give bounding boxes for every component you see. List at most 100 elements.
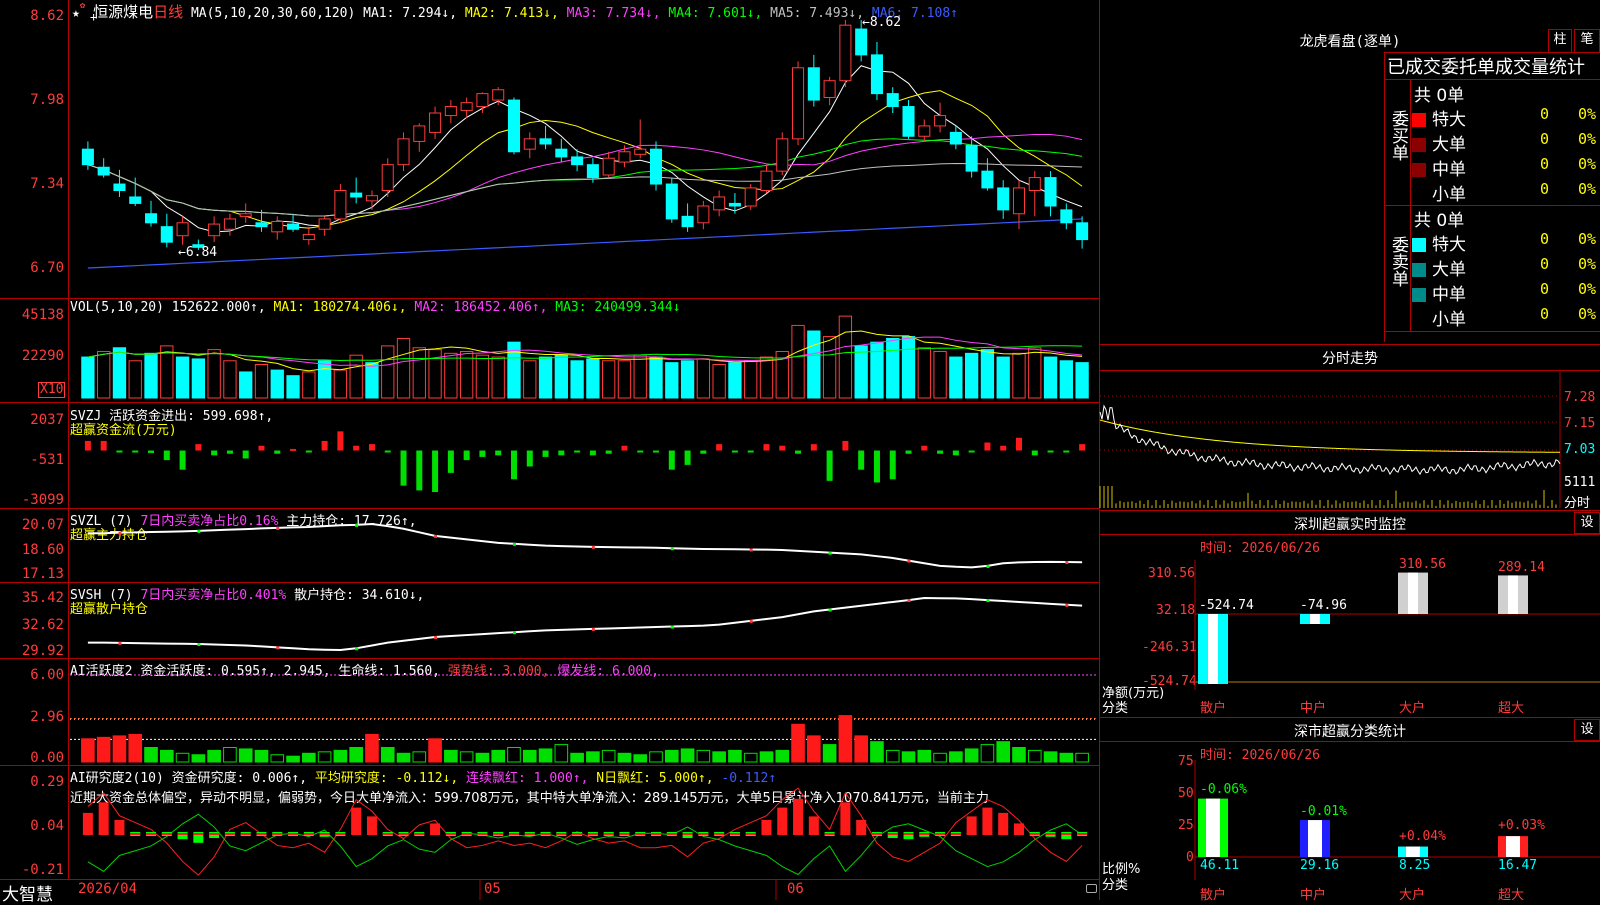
volume-bar (665, 362, 679, 399)
activity-bar (144, 747, 158, 763)
activity-bar (191, 754, 206, 763)
fund-flow-bar (558, 450, 565, 456)
retail-holding-line-dot (907, 599, 911, 603)
research-bar (82, 812, 93, 834)
research-bar (1013, 823, 1024, 834)
monitor-bar-highlight (1508, 575, 1518, 614)
candle-body (1028, 177, 1041, 191)
candle-body (728, 202, 741, 207)
fund-flow-bar (779, 445, 786, 451)
candle-body (1060, 209, 1073, 224)
right-chart-svg (1099, 372, 1600, 880)
candle-body (176, 222, 189, 237)
retail-holding-line-dot (276, 646, 280, 650)
fund-flow-bar (1000, 445, 1007, 451)
fund-flow-bar (132, 450, 139, 453)
activity-bar (917, 749, 932, 763)
activity-bar (349, 747, 363, 763)
fund-flow-bar (842, 440, 849, 451)
activity-bar (396, 752, 411, 763)
volume-ma-line (87, 345, 1083, 361)
volume-bar (996, 356, 1010, 399)
avg-research-dash (477, 833, 488, 835)
volume-bar (270, 369, 284, 399)
candle-body (81, 148, 94, 166)
fund-flow-bar (700, 450, 707, 454)
volume-bar (97, 350, 111, 399)
activity-bar (933, 752, 947, 763)
avg-research-dash (319, 833, 330, 835)
activity-bar (475, 752, 490, 763)
volume-bar (933, 350, 947, 399)
fund-flow-bar (542, 450, 549, 457)
main-holding-line-dot (434, 534, 438, 538)
volume-bar (444, 352, 458, 399)
main-chart-area[interactable]: ★✿ 恒源煤电日线 MA(5,10,20,30,60,120) MA1: 7.2… (0, 0, 1100, 905)
research-bar (777, 807, 788, 834)
avg-research-dash (146, 833, 157, 835)
candle-body (1076, 222, 1089, 241)
volume-bar (475, 354, 490, 399)
activity-bar (901, 751, 916, 763)
candle-body (555, 148, 568, 158)
ma-line (87, 162, 1083, 217)
fund-flow-bar (1031, 450, 1038, 456)
fund-flow-bar (526, 450, 533, 467)
retail-holding-line-dot (355, 647, 359, 651)
volume-bar (81, 356, 95, 399)
candle-body (476, 93, 489, 108)
candle-body (287, 223, 300, 230)
research-bar (998, 812, 1009, 834)
fund-flow-bar (605, 450, 612, 454)
main-holding-line-dot (749, 548, 753, 552)
avg-research-dash (193, 833, 204, 835)
fund-flow-bar (274, 450, 281, 454)
main-holding-line-dot (276, 526, 280, 530)
activity-bar (538, 748, 553, 763)
activity-bar (491, 749, 506, 763)
avg-research-dash (903, 833, 914, 835)
avg-research-dash (288, 833, 299, 835)
volume-bar (412, 347, 426, 399)
fund-flow-bar (668, 450, 675, 470)
volume-bar (554, 354, 568, 399)
avg-research-dash (508, 833, 519, 835)
research-bar (840, 802, 851, 834)
avg-research-dash (272, 833, 283, 835)
main-holding-line-dot (670, 547, 674, 551)
avg-research-dash (856, 833, 867, 835)
candle-body (855, 28, 868, 56)
research-bar (966, 816, 977, 834)
volume-bar (491, 356, 505, 399)
activity-bar (980, 744, 995, 763)
main-holding-line (87, 522, 1083, 569)
retail-holding-line-dot (1065, 603, 1069, 607)
avg-research-dash (840, 833, 851, 835)
activity-bar (1012, 747, 1026, 763)
activity-bar (412, 751, 427, 763)
activity-bar (728, 749, 742, 763)
fund-flow-bar (84, 440, 91, 451)
avg-research-dash (114, 833, 125, 835)
avg-research-dash (524, 833, 535, 835)
fund-flow-bar (510, 450, 517, 480)
volume-bar (112, 347, 127, 399)
volume-bar (365, 362, 379, 399)
activity-bar (743, 752, 758, 763)
volume-bar (396, 337, 411, 399)
candle-body (239, 213, 252, 217)
activity-bar (238, 748, 253, 763)
activity-bar (380, 747, 395, 763)
activity-bar (302, 752, 316, 763)
candle-body (223, 218, 236, 230)
monitor-bar-highlight (1310, 614, 1320, 624)
volume-bar (317, 360, 332, 399)
volume-bar (870, 341, 884, 399)
candle-body (318, 218, 331, 230)
volume-bar (680, 360, 695, 399)
activity-bar (570, 752, 584, 763)
fund-flow-bar (574, 450, 581, 453)
fund-flow-bar (384, 450, 391, 453)
avg-research-dash (935, 833, 946, 835)
candle-body (949, 131, 962, 145)
